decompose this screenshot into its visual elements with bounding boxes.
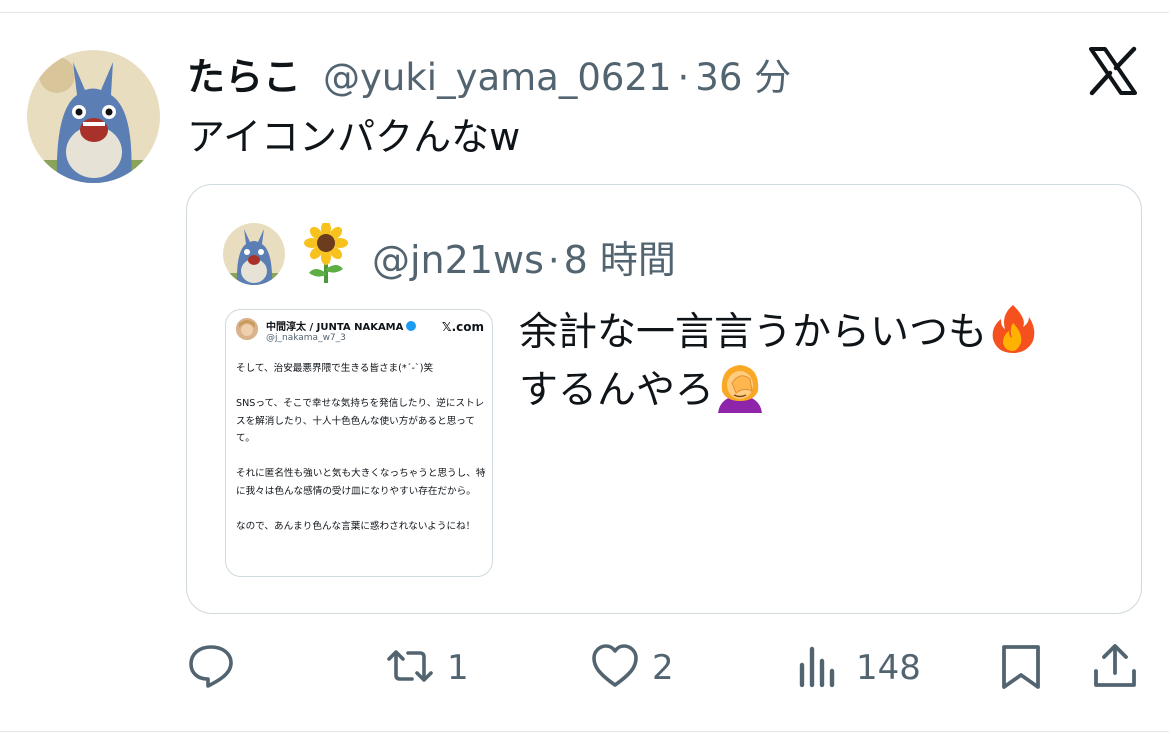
image-site-label: 𝕏.com (441, 320, 484, 334)
quoted-header: @jn21ws · 8 時間 (372, 229, 676, 284)
views-icon (794, 641, 844, 695)
image-tweet-header: 中間淳太 / JUNTA NAKAMA @j_nakama_w7_3 𝕏.com (236, 316, 484, 352)
action-bar: 1 2 148 (0, 640, 1169, 700)
sunflower-emoji (301, 221, 351, 283)
image-avatar (236, 318, 258, 340)
tweet-header: たらこ @yuki_yama_0621 · 36 分 (187, 46, 791, 99)
top-divider (0, 12, 1169, 13)
retweet-button[interactable]: 1 (385, 640, 469, 696)
quoted-separator: · (547, 239, 560, 282)
fire-emoji (987, 303, 1039, 355)
image-display-name: 中間淳太 / JUNTA NAKAMA (266, 318, 417, 333)
image-handle: @j_nakama_w7_3 (266, 333, 346, 343)
tweet-text: アイコンパクんなw (187, 115, 521, 159)
retweet-icon (385, 641, 435, 695)
quoted-tweet[interactable]: @jn21ws · 8 時間 中間淳太 / JUNTA NAKAMA @j_naka… (186, 184, 1142, 614)
reply-icon (186, 641, 236, 695)
image-tweet-body: そして、治安最悪界隈で生きる皆さま(*´-`)笑 SNSって、そこで幸せな気持ち… (236, 360, 486, 553)
retweet-count: 1 (447, 648, 469, 688)
quoted-text-line2: するんやろ (519, 368, 715, 413)
image-paragraph: SNSって、そこで幸せな気持ちを発信したり、逆にストレスを解消したり、十人十色色… (236, 398, 485, 444)
share-icon (1090, 641, 1140, 695)
views-button[interactable]: 148 (794, 640, 921, 696)
quoted-text-line1: 余計な一言言うからいつも (519, 310, 988, 355)
totoro-avatar-icon[interactable] (27, 50, 160, 183)
x-logo-icon[interactable] (1086, 44, 1140, 98)
like-count: 2 (652, 648, 674, 688)
image-paragraph: そして、治安最悪界隈で生きる皆さま(*´-`)笑 (236, 363, 434, 374)
quoted-avatar-icon[interactable] (223, 223, 285, 285)
heart-icon (590, 641, 640, 695)
image-paragraph: それに匿名性も強いと気も大きくなっちゃうと思うし、特に我々は色んな感情の受け皿に… (236, 468, 486, 497)
facepalm-emoji (714, 361, 766, 413)
image-paragraph: なので、あんまり色んな言葉に惑わされないようにね！ (236, 520, 476, 532)
like-button[interactable]: 2 (590, 640, 674, 696)
quoted-text: 余計な一言言うからいつも するんやろ (519, 303, 1109, 419)
reply-button[interactable] (186, 640, 236, 696)
share-button[interactable] (1090, 640, 1140, 696)
quoted-timestamp[interactable]: 8 時間 (564, 238, 676, 282)
bottom-divider (0, 731, 1169, 732)
separator: · (677, 56, 690, 99)
quoted-image[interactable]: 中間淳太 / JUNTA NAKAMA @j_nakama_w7_3 𝕏.com… (225, 309, 493, 577)
user-handle[interactable]: @yuki_yama_0621 (323, 56, 672, 99)
display-name[interactable]: たらこ (187, 46, 301, 101)
timestamp[interactable]: 36 分 (695, 47, 791, 101)
quoted-handle[interactable]: @jn21ws (372, 238, 544, 282)
bookmark-button[interactable] (996, 640, 1046, 696)
bookmark-icon (996, 641, 1046, 695)
views-count: 148 (856, 648, 921, 688)
verified-badge-icon (406, 321, 417, 331)
